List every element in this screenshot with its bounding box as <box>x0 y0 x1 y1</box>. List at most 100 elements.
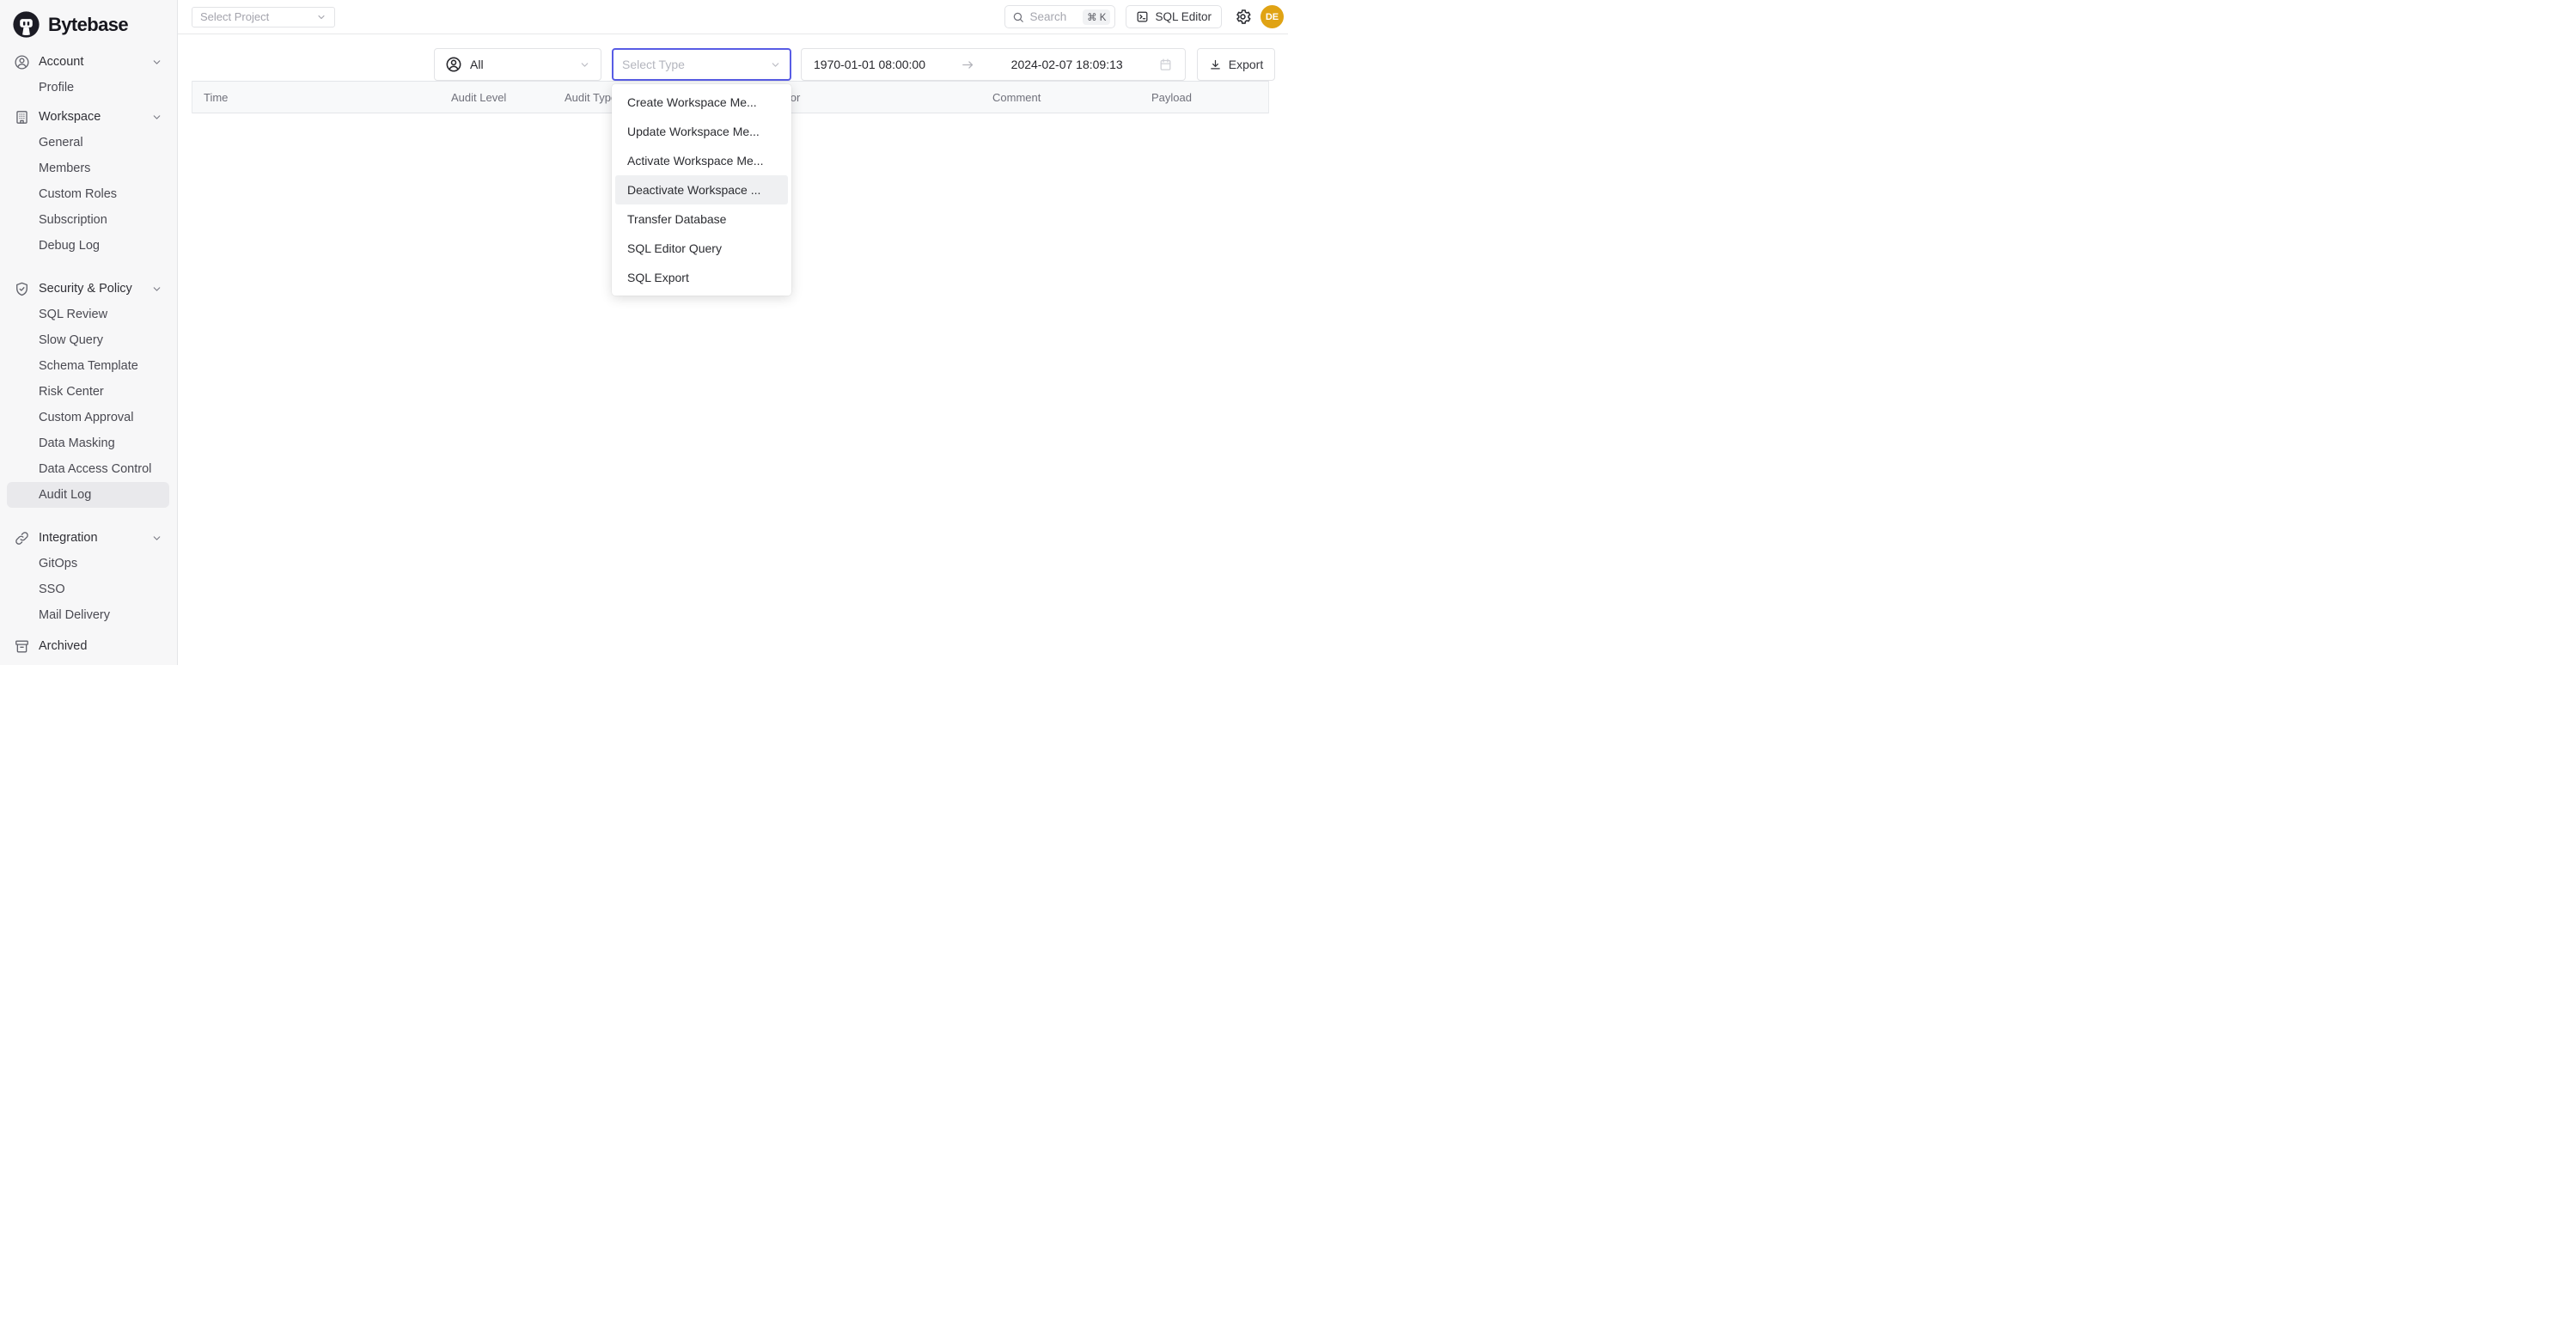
sql-editor-label: SQL Editor <box>1155 10 1212 23</box>
export-label: Export <box>1229 58 1263 71</box>
search-placeholder: Search <box>1029 10 1077 23</box>
sidebar-item-label: Custom Approval <box>39 411 133 424</box>
sidebar-item-label: Custom Roles <box>39 187 117 201</box>
type-filter-menu: Create Workspace Me...Update Workspace M… <box>612 84 791 296</box>
chevron-down-icon <box>151 57 162 68</box>
sidebar-item-gitops[interactable]: GitOps <box>0 551 177 577</box>
select-project-dropdown[interactable]: Select Project <box>192 7 335 27</box>
sidebar-selected-highlight <box>7 130 169 156</box>
user-circle-icon <box>14 54 30 70</box>
chevron-down-icon <box>151 284 162 295</box>
sidebar-selected-highlight <box>7 633 169 659</box>
date-range-picker[interactable]: 1970-01-01 08:00:00 2024-02-07 18:09:13 <box>801 48 1186 81</box>
sidebar-item-label: General <box>39 136 83 149</box>
date-to-value: 2024-02-07 18:09:13 <box>1011 58 1123 71</box>
shield-check-icon <box>14 281 30 297</box>
type-option-sql-export[interactable]: SQL Export <box>615 263 788 292</box>
column-header-comment: Comment <box>981 82 1140 113</box>
type-option-deactivate-workspace[interactable]: Deactivate Workspace ... <box>615 175 788 204</box>
sidebar-selected-highlight <box>7 551 169 577</box>
sidebar-item-label: Account <box>39 55 83 69</box>
sidebar-item-integration[interactable]: Integration <box>0 525 177 551</box>
filter-bar: All Select Type 1970-01-01 08:00:00 2024… <box>178 34 1288 81</box>
type-option-create-workspace-me[interactable]: Create Workspace Me... <box>615 88 788 117</box>
sidebar-item-label: Security & Policy <box>39 282 132 296</box>
sidebar-item-label: Workspace <box>39 110 101 124</box>
type-option-activate-workspace-me[interactable]: Activate Workspace Me... <box>615 146 788 175</box>
sidebar-item-audit-log[interactable]: Audit Log <box>0 482 177 508</box>
sidebar-item-custom-approval[interactable]: Custom Approval <box>0 405 177 430</box>
sidebar-item-subscription[interactable]: Subscription <box>0 207 177 233</box>
archive-icon <box>14 638 30 655</box>
actor-filter-value: All <box>470 58 484 71</box>
sidebar-item-label: GitOps <box>39 557 77 570</box>
sidebar-item-mail-delivery[interactable]: Mail Delivery <box>0 602 177 628</box>
sidebar-item-custom-roles[interactable]: Custom Roles <box>0 181 177 207</box>
type-option-update-workspace-me[interactable]: Update Workspace Me... <box>615 117 788 146</box>
search-input[interactable]: Search ⌘ K <box>1004 5 1115 28</box>
type-filter-placeholder: Select Type <box>622 58 685 71</box>
topbar-right: Search ⌘ K SQL Editor DE <box>1004 5 1284 28</box>
column-header-audit-level: Audit Level <box>440 82 553 113</box>
sidebar-item-sql-review[interactable]: SQL Review <box>0 302 177 327</box>
sidebar-selected-highlight <box>7 49 169 75</box>
column-header-actor: Actor <box>763 82 981 113</box>
search-shortcut-badge: ⌘ K <box>1083 9 1110 25</box>
building-icon <box>14 109 30 125</box>
column-header-payload: Payload <box>1140 82 1268 113</box>
sidebar-item-label: Debug Log <box>39 239 100 253</box>
sidebar-item-slow-query[interactable]: Slow Query <box>0 327 177 353</box>
brand-logo[interactable]: Bytebase <box>0 0 177 41</box>
type-option-transfer-database[interactable]: Transfer Database <box>615 204 788 234</box>
sidebar-item-label: Integration <box>39 531 98 545</box>
sidebar-item-label: SQL Review <box>39 308 107 321</box>
sidebar-item-label: Subscription <box>39 213 107 227</box>
search-icon <box>1012 11 1024 23</box>
sidebar-item-label: Slow Query <box>39 333 103 347</box>
download-icon <box>1209 58 1222 71</box>
sql-editor-button[interactable]: SQL Editor <box>1126 5 1222 28</box>
column-header-time: Time <box>192 82 440 113</box>
sidebar-item-label: Members <box>39 162 90 175</box>
sidebar-item-sso[interactable]: SSO <box>0 577 177 602</box>
chevron-down-icon <box>770 59 781 70</box>
settings-gear-icon[interactable] <box>1234 8 1252 26</box>
sidebar-item-account[interactable]: Account <box>0 49 177 75</box>
sidebar-item-data-masking[interactable]: Data Masking <box>0 430 177 456</box>
chevron-down-icon <box>316 12 327 22</box>
chevron-down-icon <box>151 533 162 544</box>
sidebar-item-label: Risk Center <box>39 385 104 399</box>
link-icon <box>14 530 30 546</box>
sidebar-item-members[interactable]: Members <box>0 156 177 181</box>
sidebar-nav: Account Profile Workspace General Members Cus… <box>0 49 177 659</box>
sidebar-item-workspace[interactable]: Workspace <box>0 104 177 130</box>
chevron-down-icon <box>579 59 590 70</box>
calendar-icon <box>1158 58 1173 72</box>
sidebar: Bytebase Account Profile Workspace General M… <box>0 0 178 665</box>
sidebar-item-profile[interactable]: Profile <box>0 75 177 101</box>
brand-name: Bytebase <box>48 14 128 36</box>
sidebar-item-label: Profile <box>39 81 74 95</box>
sidebar-selected-highlight <box>7 75 169 101</box>
sidebar-item-label: SSO <box>39 583 65 596</box>
topbar: Select Project Search ⌘ K SQL Editor DE <box>178 0 1288 34</box>
sidebar-item-archived[interactable]: Archived <box>0 633 177 659</box>
terminal-icon <box>1136 10 1149 23</box>
date-from-value: 1970-01-01 08:00:00 <box>814 58 925 71</box>
sidebar-item-risk-center[interactable]: Risk Center <box>0 379 177 405</box>
bytebase-logo-icon <box>12 10 40 39</box>
sidebar-item-general[interactable]: General <box>0 130 177 156</box>
user-avatar[interactable]: DE <box>1261 5 1284 28</box>
sidebar-item-schema-template[interactable]: Schema Template <box>0 353 177 379</box>
sidebar-item-data-access-control[interactable]: Data Access Control <box>0 456 177 482</box>
type-option-sql-editor-query[interactable]: SQL Editor Query <box>615 234 788 263</box>
sidebar-item-label: Mail Delivery <box>39 608 110 622</box>
export-button[interactable]: Export <box>1197 48 1275 81</box>
sidebar-item-label: Audit Log <box>39 488 91 502</box>
sidebar-item-label: Data Access Control <box>39 462 151 476</box>
chevron-down-icon <box>151 112 162 123</box>
actor-filter-dropdown[interactable]: All <box>434 48 601 81</box>
type-filter-dropdown[interactable]: Select Type <box>612 48 791 81</box>
sidebar-item-debug-log[interactable]: Debug Log <box>0 233 177 259</box>
sidebar-item-security-policy[interactable]: Security & Policy <box>0 276 177 302</box>
